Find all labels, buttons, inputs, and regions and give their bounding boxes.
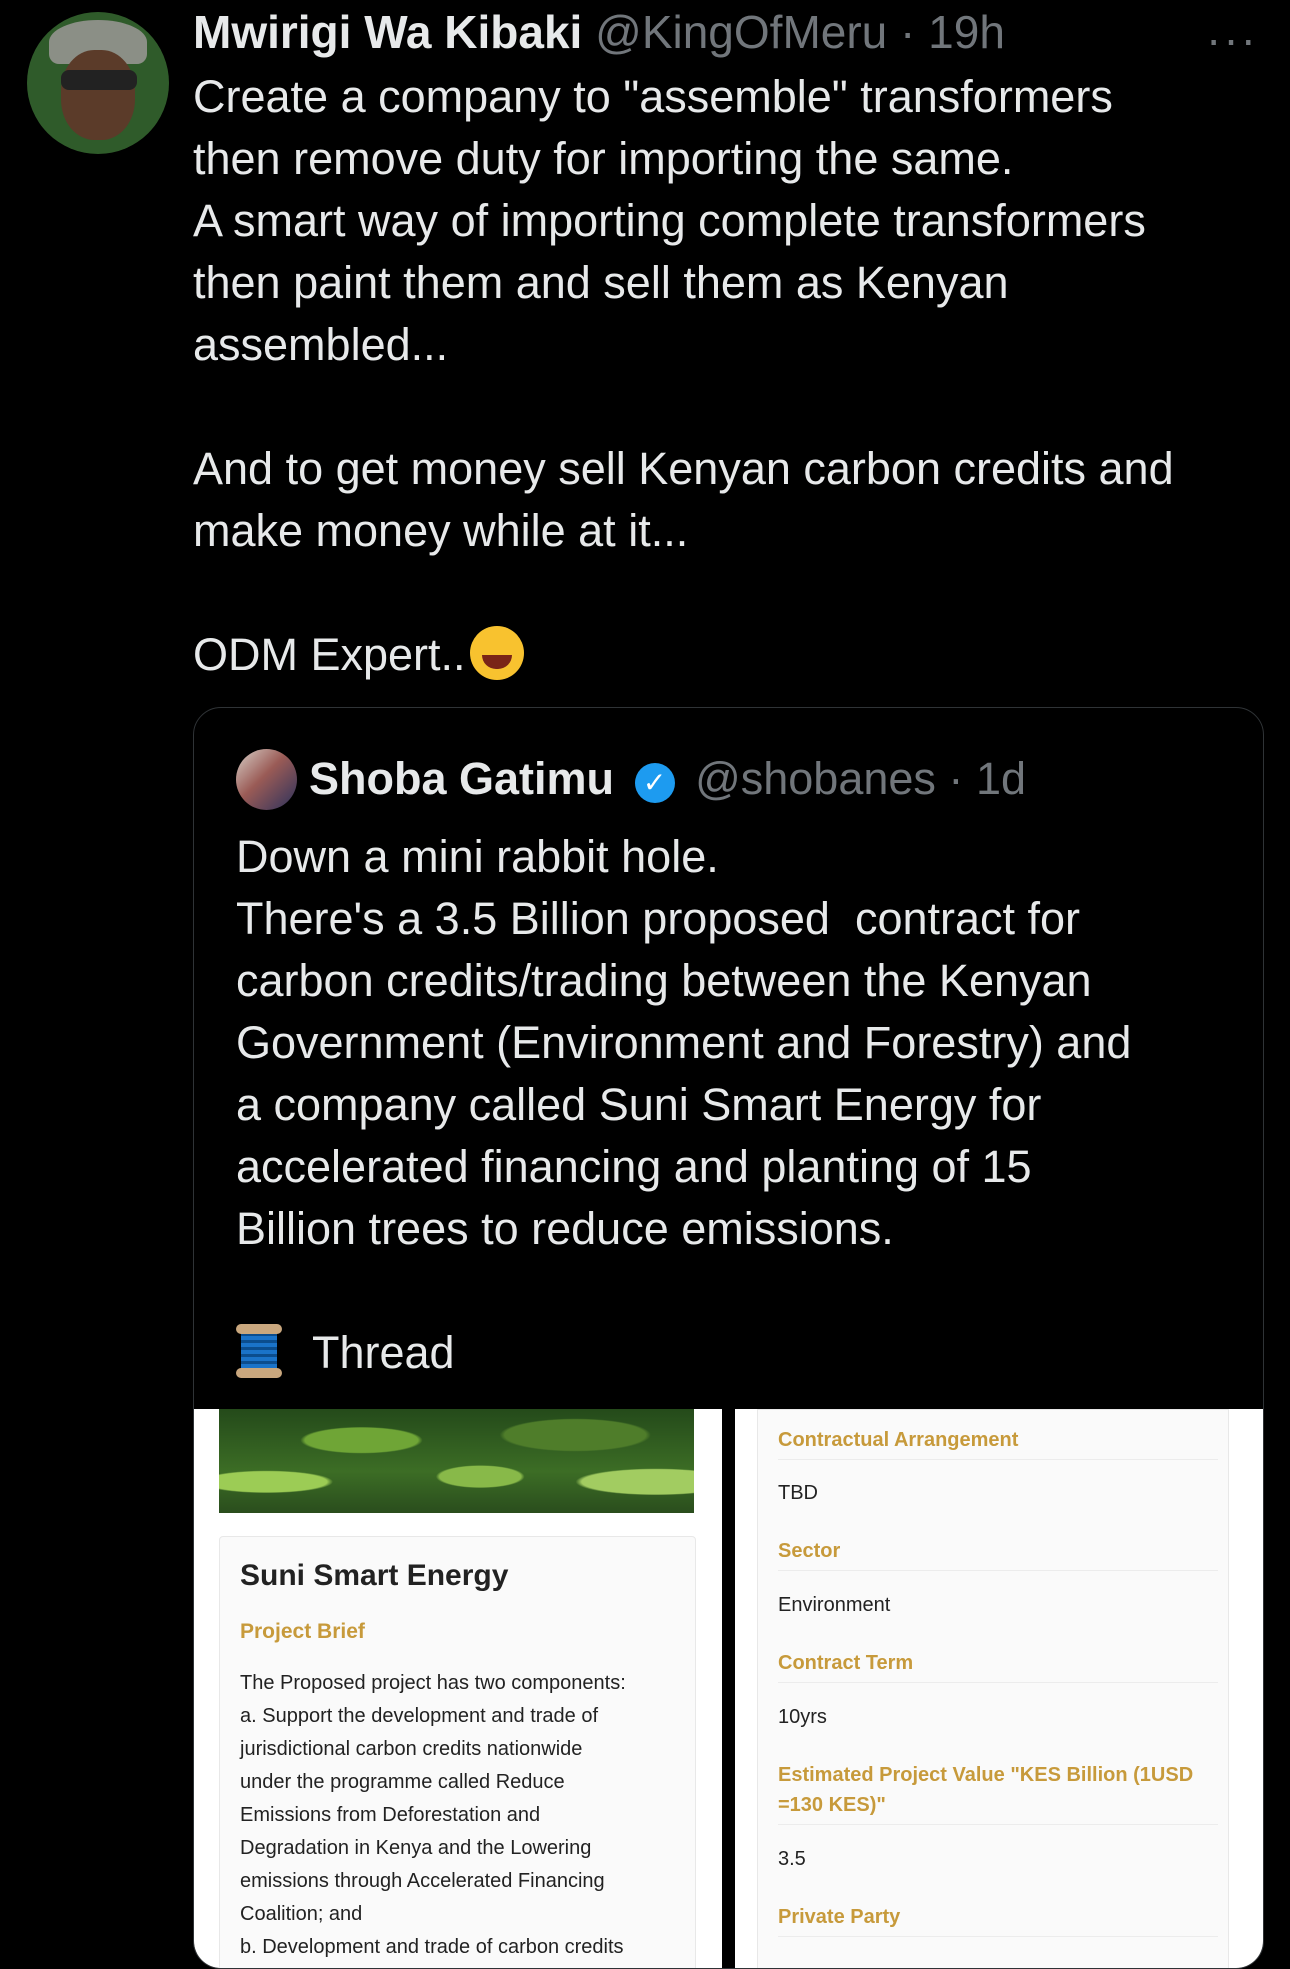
quoted-tweet-header: Shoba Gatimu ✓ @shobanes · 1d: [309, 749, 1026, 809]
forest-photo: [219, 1409, 694, 1513]
separator-dot: ·: [900, 6, 916, 58]
more-options-icon[interactable]: ···: [1206, 12, 1258, 66]
tweet-text: Create a company to "assemble" transform…: [193, 66, 1263, 686]
field-label-contractual-arrangement: Contractual Arrangement: [778, 1425, 1218, 1460]
quoted-media[interactable]: Suni Smart Energy Project Brief The Prop…: [194, 1409, 1263, 1968]
quoted-author-avatar[interactable]: [236, 749, 297, 810]
field-label-sector: Sector: [778, 1536, 1218, 1571]
verified-badge-icon: ✓: [634, 763, 675, 803]
quoted-author-name[interactable]: Shoba Gatimu: [309, 753, 614, 804]
thread-label: Thread: [312, 1327, 455, 1378]
field-label-private-party: Private Party: [778, 1902, 1218, 1937]
tweet-body: Create a company to "assemble" transform…: [193, 71, 1174, 556]
quoted-tweet-body: Down a mini rabbit hole. There's a 3.5 B…: [236, 831, 1132, 1254]
field-value-contractual-arrangement: TBD: [778, 1482, 818, 1504]
quoted-tweet-text: Down a mini rabbit hole. There's a 3.5 B…: [236, 826, 1236, 1384]
tweet-body-last-line: ODM Expert..: [193, 629, 466, 680]
field-value-contract-term: 10yrs: [778, 1706, 827, 1728]
field-label-estimated-project-value: Estimated Project Value "KES Billion (1U…: [778, 1760, 1218, 1825]
field-label-contract-term: Contract Term: [778, 1648, 1218, 1683]
project-brief-text: The Proposed project has two components:…: [240, 1672, 626, 1958]
tears-of-joy-emoji-icon: [469, 626, 524, 680]
media-image-project-brief[interactable]: Suni Smart Energy Project Brief The Prop…: [194, 1409, 722, 1968]
quoted-tweet-time[interactable]: 1d: [976, 753, 1026, 804]
tweet-time[interactable]: 19h: [928, 6, 1005, 58]
author-name[interactable]: Mwirigi Wa Kibaki: [193, 6, 582, 58]
spool-of-thread-emoji-icon: [236, 1324, 282, 1378]
quoted-author-handle[interactable]: @shobanes: [695, 753, 936, 804]
project-title: Suni Smart Energy: [240, 1559, 509, 1592]
author-avatar[interactable]: [27, 12, 169, 154]
contract-details-card: Contractual Arrangement TBD Sector Envir…: [757, 1409, 1229, 1968]
separator-dot: ·: [948, 753, 964, 804]
author-handle[interactable]: @KingOfMeru: [595, 6, 887, 58]
quoted-tweet[interactable]: Shoba Gatimu ✓ @shobanes · 1d Down a min…: [193, 707, 1264, 1969]
tweet-header: Mwirigi Wa Kibaki @KingOfMeru · 19h: [193, 2, 1005, 62]
field-value-sector: Environment: [778, 1594, 891, 1616]
field-value-estimated-project-value: 3.5: [778, 1848, 806, 1870]
project-brief-label: Project Brief: [240, 1620, 365, 1643]
media-image-contract-details[interactable]: Contractual Arrangement TBD Sector Envir…: [735, 1409, 1263, 1968]
project-card: Suni Smart Energy Project Brief The Prop…: [219, 1536, 696, 1968]
